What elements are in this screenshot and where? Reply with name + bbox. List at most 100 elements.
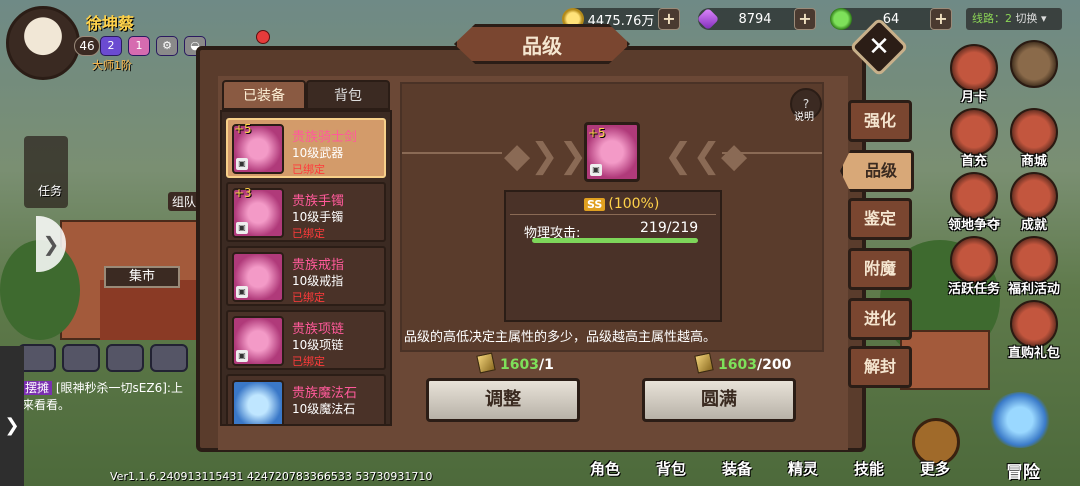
list-item[interactable]: 贵族魔法石 10级魔法石 (226, 374, 386, 424)
tab-equipped[interactable]: 已装备 (222, 80, 306, 110)
nav-more[interactable]: 更多 (920, 458, 950, 479)
item-level: 10级项链 (292, 338, 344, 352)
adjust-cost-need: /1 (538, 357, 554, 373)
item-level: 10级魔法石 (292, 402, 356, 416)
divider (722, 152, 822, 154)
friends-icon[interactable] (106, 344, 144, 372)
nav-spirit[interactable]: 精灵 (788, 458, 818, 479)
tab-bag[interactable]: 背包 (306, 80, 390, 110)
item-level: 10级武器 (292, 146, 344, 160)
monthly-card-label: 月卡 (960, 90, 987, 105)
lock-icon: ▣ (236, 158, 248, 170)
item-name: 贵族戒指 (292, 258, 345, 273)
list-item[interactable]: ▣ 贵族戒指 10级戒指 已绑定 (226, 246, 386, 306)
adjust-button[interactable]: 调整 (426, 378, 580, 422)
achievement-label: 成就 (1020, 218, 1047, 233)
shop-icon[interactable] (1010, 108, 1058, 156)
equipment-list[interactable]: +5 ▣ 贵族骑士剑 10级武器 已绑定 +3 ▣ 贵族手镯 10级手镯 已绑定… (220, 110, 392, 426)
task-label: 任务 (38, 184, 63, 198)
server-switch[interactable]: 线路：2 切换 ▾ (966, 8, 1062, 30)
item-enhance-level: +5 (234, 122, 252, 136)
chat-text: [眼神秒杀一切sEZ6]:上 (55, 381, 183, 395)
gem-value: 8794 (738, 11, 772, 27)
list-item[interactable]: +3 ▣ 贵族手镯 10级手镯 已绑定 (226, 182, 386, 242)
chat-tag: 摆摊 (22, 381, 53, 395)
gear-icon[interactable] (150, 344, 188, 372)
list-item[interactable]: +5 ▣ 贵族骑士剑 10级武器 已绑定 (226, 118, 386, 178)
item-enhance-level: +3 (234, 186, 252, 200)
stat-value: 219/219 (640, 220, 699, 236)
magic-stone-icon (232, 380, 284, 424)
player-title: 大师1阶 (92, 59, 132, 72)
stamina-heart-icon (830, 8, 852, 30)
vip-badge[interactable]: 2 (100, 36, 122, 56)
tab-evolve[interactable]: 进化 (848, 298, 912, 340)
stamina-counter: 64 + (830, 8, 952, 30)
settings-x-icon[interactable] (1010, 40, 1058, 88)
tab-identify[interactable]: 鉴定 (848, 198, 912, 240)
list-item[interactable]: ▣ 贵族项链 10级项链 已绑定 (226, 310, 386, 370)
dialog-title: 品级 (454, 24, 630, 64)
lock-icon: ▣ (590, 164, 602, 176)
side-drawer-toggle[interactable]: ❯ (0, 346, 24, 486)
mail-icon[interactable] (62, 344, 100, 372)
selected-enhance-level: +5 (588, 126, 606, 140)
chevron-left-icon: ❮❮◆ (664, 136, 748, 176)
adventure-portal-icon (988, 392, 1052, 448)
nav-bag[interactable]: 背包 (656, 458, 686, 479)
item-level: 10级戒指 (292, 274, 344, 288)
chat-message[interactable]: 摆摊 [眼神秒杀一切sEZ6]:上 来看看。 (22, 380, 202, 414)
nav-equipment[interactable]: 装备 (722, 458, 752, 479)
item-level: 10级手镯 (292, 210, 344, 224)
perfect-cost-have: 1603 (718, 357, 757, 373)
divider (402, 152, 502, 154)
tab-enhance[interactable]: 强化 (848, 100, 912, 142)
grade-tag: SS (584, 198, 606, 211)
add-gems-button[interactable]: + (794, 8, 816, 30)
scroll-icon (694, 352, 714, 374)
welfare-icon[interactable] (1010, 236, 1058, 284)
help-label: 说明 (794, 112, 814, 123)
item-name: 贵族项链 (292, 322, 345, 337)
player-avatar[interactable] (6, 6, 80, 80)
direct-gift-icon[interactable] (1010, 300, 1058, 348)
nav-skills[interactable]: 技能 (854, 458, 884, 479)
direct-gift-label: 直购礼包 (1007, 346, 1060, 361)
gem-counter: 8794 + (696, 7, 816, 31)
tab-unseal[interactable]: 解封 (848, 346, 912, 388)
notification-dot (256, 30, 270, 44)
active-task-icon[interactable] (950, 236, 998, 284)
lock-icon: ▣ (236, 286, 248, 298)
perfect-button[interactable]: 圆满 (642, 378, 796, 422)
chat-text-2: 来看看。 (22, 398, 71, 412)
lock-icon: ▣ (236, 222, 248, 234)
perfect-cost: 1603/200 (694, 352, 792, 374)
grade-percent: (100%) (608, 196, 660, 212)
player-badges: 2 1 ⚙ ◒ (100, 36, 206, 56)
adventure-button[interactable] (978, 392, 1068, 464)
grade-description: 品级的高低决定主属性的多少，品级越高主属性越高。 (404, 330, 717, 345)
achievement-icon[interactable] (1010, 172, 1058, 220)
territory-war-icon[interactable] (950, 172, 998, 220)
rank-badge[interactable]: 1 (128, 36, 150, 56)
stamina-value: 64 (882, 11, 900, 27)
nav-character[interactable]: 角色 (590, 458, 620, 479)
adjust-cost-have: 1603 (500, 357, 539, 373)
add-stamina-button[interactable]: + (930, 8, 952, 30)
nav-adventure[interactable]: 冒险 (1006, 458, 1040, 483)
player-name: 徐坤蔡 (86, 14, 135, 33)
version-text: Ver1.1.6.240913115431 424720783366533 53… (110, 470, 433, 483)
scroll-icon (476, 352, 496, 374)
shop-label: 商城 (1020, 154, 1047, 169)
settings-gear-icon[interactable]: ⚙ (156, 36, 178, 56)
add-coins-button[interactable]: + (658, 8, 680, 30)
tab-enchant[interactable]: 附魔 (848, 248, 912, 290)
perfect-cost-need: /200 (756, 357, 792, 373)
monthly-card-icon[interactable] (950, 44, 998, 92)
first-charge-icon[interactable] (950, 108, 998, 156)
chevron-right-icon: ◆❯❯ (504, 136, 588, 176)
market-sign[interactable]: 集市 (104, 266, 180, 288)
item-bind-status: 已绑定 (292, 355, 325, 368)
lock-icon: ▣ (236, 350, 248, 362)
tab-grade[interactable]: 品级 (840, 150, 914, 192)
